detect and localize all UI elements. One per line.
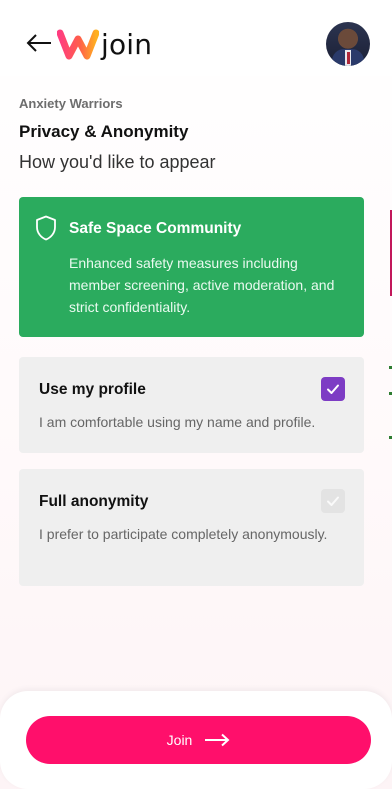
join-button[interactable]: Join	[26, 716, 371, 764]
option-full-anonymity[interactable]: Full anonymity I prefer to participate c…	[19, 469, 364, 586]
checkbox-checked[interactable]	[321, 377, 345, 401]
option-description: I am comfortable using my name and profi…	[39, 414, 316, 430]
logo-text: join	[101, 27, 153, 61]
app-screen: join Anxiety Warriors Privacy & Anonymit…	[0, 0, 392, 789]
safe-space-title: Safe Space Community	[69, 220, 242, 237]
bottom-action-bar: Join	[0, 691, 392, 789]
app-logo: join	[57, 26, 152, 62]
arrow-right-icon	[205, 733, 230, 747]
safe-space-description: Enhanced safety measures including membe…	[69, 255, 335, 315]
join-label: Join	[166, 732, 193, 748]
safe-space-card: Safe Space Community Enhanced safety mea…	[19, 197, 364, 337]
header: join	[0, 0, 392, 76]
logo-w-icon	[57, 29, 99, 60]
option-title: Use my profile	[39, 381, 146, 398]
arrow-left-icon[interactable]	[26, 32, 52, 54]
page-subtitle: How you'd like to appear	[19, 152, 216, 172]
avatar-tie	[346, 52, 350, 64]
shield-icon	[36, 215, 56, 241]
avatar[interactable]	[326, 22, 370, 66]
page-title: Privacy & Anonymity	[19, 122, 189, 141]
option-description: I prefer to participate completely anony…	[39, 526, 328, 542]
check-icon	[327, 384, 339, 394]
option-use-profile[interactable]: Use my profile I am comfortable using my…	[19, 357, 364, 453]
option-title: Full anonymity	[39, 493, 149, 510]
checkbox-unchecked[interactable]	[321, 489, 345, 513]
group-name: Anxiety Warriors	[19, 96, 123, 111]
check-icon	[327, 496, 339, 506]
